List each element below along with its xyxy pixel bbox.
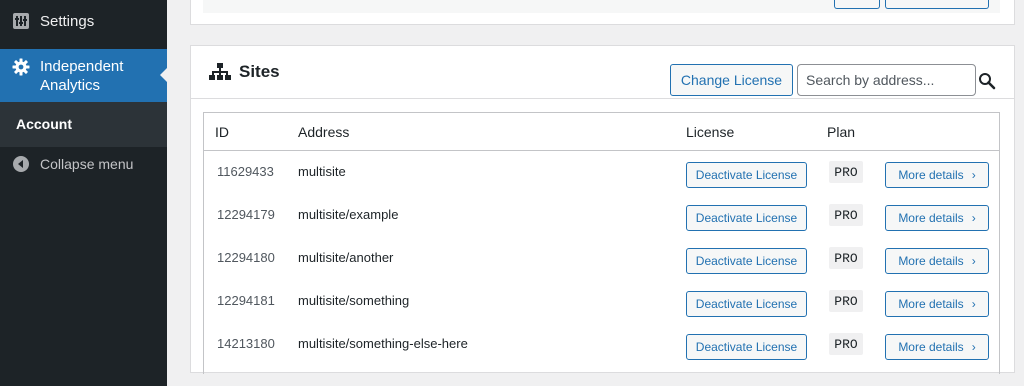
sidebar-item-settings[interactable]: Settings	[0, 0, 167, 42]
site-address: multisite	[298, 164, 346, 179]
submenu-item-account[interactable]: Account	[16, 116, 72, 132]
search-input[interactable]	[797, 64, 976, 96]
table-row: 12294180 multisite/another Deactivate Li…	[204, 237, 999, 280]
table-row: 11629433 multisite Deactivate License PR…	[204, 151, 999, 194]
plan-badge: PRO	[829, 161, 863, 183]
plan-badge: PRO	[829, 290, 863, 312]
deactivate-license-button[interactable]: Deactivate License	[686, 291, 807, 317]
sidebar-submenu: Account	[0, 102, 167, 147]
plan-badge: PRO	[829, 333, 863, 355]
search-icon[interactable]	[978, 72, 996, 90]
change-license-button[interactable]: Change License	[670, 64, 793, 96]
deactivate-license-button[interactable]: Deactivate License	[686, 334, 807, 360]
column-header-plan: Plan	[827, 124, 856, 140]
previous-panel-button[interactable]	[885, 0, 989, 9]
more-details-button[interactable]: More details ›	[885, 291, 989, 317]
active-menu-pointer	[160, 67, 168, 83]
sites-title-label: Sites	[239, 62, 280, 81]
table-row: 14213180 multisite/something-else-here D…	[204, 323, 999, 366]
chevron-right-icon: ›	[971, 254, 976, 268]
site-address: multisite/something	[298, 293, 410, 308]
sidebar-item-label: Independent Analytics	[40, 57, 124, 94]
chevron-right-icon: ›	[971, 211, 976, 225]
previous-panel	[190, 0, 1015, 25]
site-address: multisite/example	[298, 207, 399, 222]
deactivate-license-button[interactable]: Deactivate License	[686, 205, 807, 231]
table-header: ID Address License Plan	[204, 113, 999, 151]
more-details-label: More details	[898, 211, 964, 225]
table-row: 12294179 multisite/example Deactivate Li…	[204, 194, 999, 237]
deactivate-license-button[interactable]: Deactivate License	[686, 162, 807, 188]
more-details-button[interactable]: More details ›	[885, 248, 989, 274]
chevron-right-icon: ›	[971, 340, 976, 354]
column-header-license: License	[686, 124, 735, 140]
site-id: 12294179	[217, 207, 275, 222]
collapse-menu-label: Collapse menu	[40, 156, 134, 172]
sites-title: Sites	[209, 62, 280, 82]
plan-badge: PRO	[829, 247, 863, 269]
more-details-button[interactable]: More details ›	[885, 162, 989, 188]
collapse-menu-button[interactable]: Collapse menu	[0, 149, 167, 179]
more-details-label: More details	[898, 254, 964, 268]
table-row: 12294181 multisite/something Deactivate …	[204, 280, 999, 323]
site-address: multisite/something-else-here	[298, 336, 468, 351]
deactivate-license-button[interactable]: Deactivate License	[686, 248, 807, 274]
more-details-label: More details	[898, 297, 964, 311]
sitemap-icon	[209, 63, 231, 81]
site-id: 12294180	[217, 250, 275, 265]
site-id: 12294181	[217, 293, 275, 308]
more-details-button[interactable]: More details ›	[885, 205, 989, 231]
site-address: multisite/another	[298, 250, 394, 265]
column-header-id: ID	[215, 124, 229, 140]
more-details-label: More details	[898, 340, 964, 354]
chevron-right-icon: ›	[971, 297, 976, 311]
site-id: 11629433	[217, 164, 274, 179]
settings-sliders-icon	[12, 12, 30, 30]
more-details-label: More details	[898, 168, 964, 182]
sites-panel: Sites Change License ID Address License …	[190, 45, 1015, 374]
sidebar-item-label: Settings	[40, 12, 95, 30]
collapse-arrow-icon	[13, 156, 29, 172]
site-id: 14213180	[217, 336, 275, 351]
plan-badge: PRO	[829, 204, 863, 226]
sites-table: ID Address License Plan 11629433 multisi…	[203, 112, 1000, 374]
more-details-button[interactable]: More details ›	[885, 334, 989, 360]
column-header-address: Address	[298, 124, 350, 140]
chevron-right-icon: ›	[971, 168, 976, 182]
admin-sidebar: Settings Independent Analytics Account C…	[0, 0, 168, 386]
previous-panel-footer	[203, 0, 1000, 13]
gear-icon	[12, 58, 30, 76]
sidebar-item-independent-analytics[interactable]: Independent Analytics	[0, 49, 168, 102]
sites-header: Sites Change License	[191, 46, 1014, 99]
previous-panel-button[interactable]	[834, 0, 880, 9]
